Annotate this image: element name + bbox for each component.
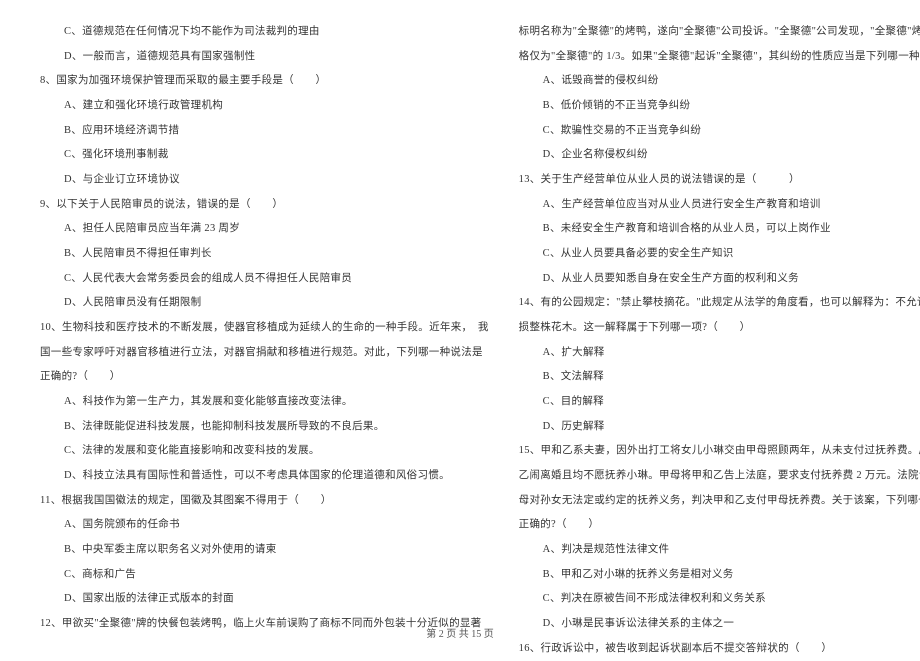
option-text: B、中央军委主席以职务名义对外使用的请柬 xyxy=(40,538,489,563)
question-text: 正确的?（ ） xyxy=(519,513,920,538)
option-text: B、人民陪审员不得担任审判长 xyxy=(40,242,489,267)
question-text: 11、根据我国国徽法的规定，国徽及其图案不得用于（ ） xyxy=(40,489,489,514)
option-text: C、人民代表大会常务委员会的组成人员不得担任人民陪审员 xyxy=(40,267,489,292)
option-text: B、法律既能促进科技发展，也能抑制科技发展所导致的不良后果。 xyxy=(40,415,489,440)
option-text: B、未经安全生产教育和培训合格的从业人员，可以上岗作业 xyxy=(519,217,920,242)
option-text: C、判决在原被告间不形成法律权利和义务关系 xyxy=(519,587,920,612)
content-columns: C、道德规范在任何情况下均不能作为司法裁判的理由 D、一般而言，道德规范具有国家… xyxy=(40,20,880,615)
question-text: 14、有的公园规定："禁止攀枝摘花。"此规定从法学的角度看，也可以解释为：不允许… xyxy=(519,291,920,316)
question-text: 9、以下关于人民陪审员的说法，错误的是（ ） xyxy=(40,193,489,218)
option-text: D、人民陪审员没有任期限制 xyxy=(40,291,489,316)
option-text: A、扩大解释 xyxy=(519,341,920,366)
option-text: C、目的解释 xyxy=(519,390,920,415)
option-text: B、文法解释 xyxy=(519,365,920,390)
question-text: 15、甲和乙系夫妻，因外出打工将女儿小琳交由甲母照顾两年，从未支付过抚养费。后甲… xyxy=(519,439,920,464)
question-text: 乙闹离婚且均不愿抚养小琳。甲母将甲和乙告上法庭，要求支付抚养费 2 万元。法院认… xyxy=(519,464,920,489)
option-text: A、担任人民陪审员应当年满 23 周岁 xyxy=(40,217,489,242)
question-text: 国一些专家呼吁对器官移植进行立法，对器官捐献和移植进行规范。对此，下列哪一种说法… xyxy=(40,341,489,366)
option-text: B、应用环境经济调节措 xyxy=(40,119,489,144)
question-text: 10、生物科技和医疗技术的不断发展，使器官移植成为延续人的生命的一种手段。近年来… xyxy=(40,316,489,341)
question-text: 8、国家为加强环境保护管理而采取的最主要手段是（ ） xyxy=(40,69,489,94)
option-text: C、商标和广告 xyxy=(40,563,489,588)
option-text: A、生产经营单位应当对从业人员进行安全生产教育和培训 xyxy=(519,193,920,218)
option-text: C、从业人员要具备必要的安全生产知识 xyxy=(519,242,920,267)
option-text: D、科技立法具有国际性和普适性，可以不考虑具体国家的伦理道德和风俗习惯。 xyxy=(40,464,489,489)
option-text: D、从业人员要知悉自身在安全生产方面的权利和义务 xyxy=(519,267,920,292)
option-text: B、甲和乙对小琳的抚养义务是相对义务 xyxy=(519,563,920,588)
question-text: 13、关于生产经营单位从业人员的说法错误的是（ ） xyxy=(519,168,920,193)
option-text: C、法律的发展和变化能直接影响和改变科技的发展。 xyxy=(40,439,489,464)
question-text: 损整株花木。这一解释属于下列哪一项?（ ） xyxy=(519,316,920,341)
right-column: 标明名称为"全聚德"的烤鸭，遂向"全聚德"公司投诉。"全聚德"公司发现，"全聚德… xyxy=(519,20,920,615)
question-text: 标明名称为"全聚德"的烤鸭，遂向"全聚德"公司投诉。"全聚德"公司发现，"全聚德… xyxy=(519,20,920,45)
option-text: A、诋毁商誉的侵权纠纷 xyxy=(519,69,920,94)
option-text: D、企业名称侵权纠纷 xyxy=(519,143,920,168)
left-column: C、道德规范在任何情况下均不能作为司法裁判的理由 D、一般而言，道德规范具有国家… xyxy=(40,20,489,615)
option-text: D、一般而言，道德规范具有国家强制性 xyxy=(40,45,489,70)
question-text: 格仅为"全聚德"的 1/3。如果"全聚德"起诉"全聚德"，其纠纷的性质应当是下列… xyxy=(519,45,920,70)
page-footer: 第 2 页 共 15 页 xyxy=(0,625,920,640)
question-text: 正确的?（ ） xyxy=(40,365,489,390)
question-text: 母对孙女无法定或约定的抚养义务，判决甲和乙支付甲母抚养费。关于该案，下列哪一选项… xyxy=(519,489,920,514)
option-text: A、建立和强化环境行政管理机构 xyxy=(40,94,489,119)
option-text: D、与企业订立环境协议 xyxy=(40,168,489,193)
option-text: B、低价倾销的不正当竞争纠纷 xyxy=(519,94,920,119)
option-text: C、道德规范在任何情况下均不能作为司法裁判的理由 xyxy=(40,20,489,45)
option-text: D、历史解释 xyxy=(519,415,920,440)
option-text: C、强化环境刑事制裁 xyxy=(40,143,489,168)
option-text: D、国家出版的法律正式版本的封面 xyxy=(40,587,489,612)
option-text: A、国务院颁布的任命书 xyxy=(40,513,489,538)
option-text: C、欺骗性交易的不正当竞争纠纷 xyxy=(519,119,920,144)
question-text: 16、行政诉讼中，被告收到起诉状副本后不提交答辩状的（ ） xyxy=(519,637,920,661)
option-text: A、科技作为第一生产力，其发展和变化能够直接改变法律。 xyxy=(40,390,489,415)
option-text: A、判决是规范性法律文件 xyxy=(519,538,920,563)
